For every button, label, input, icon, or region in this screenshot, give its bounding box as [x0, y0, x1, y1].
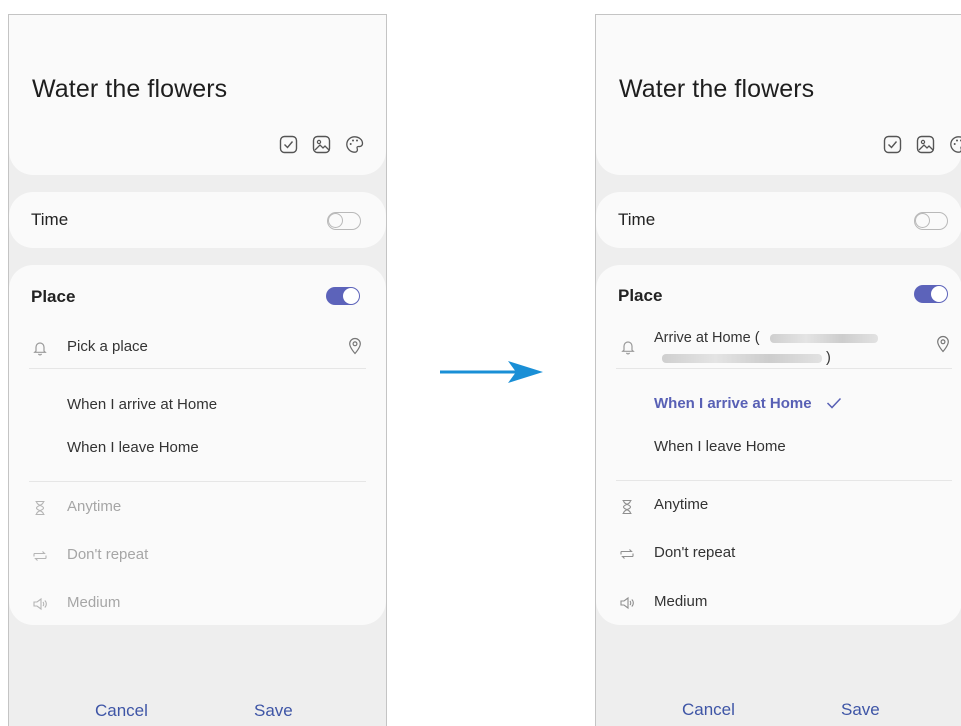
location-row-prefix: Arrive at Home (: [654, 330, 760, 346]
option-arrive-selected[interactable]: When I arrive at Home: [654, 395, 842, 414]
cancel-button[interactable]: Cancel: [95, 701, 148, 721]
toolbar: [883, 135, 961, 154]
option-arrive-label: When I arrive at Home: [654, 395, 812, 412]
palette-icon[interactable]: [345, 135, 364, 154]
checkbox-icon[interactable]: [279, 135, 298, 154]
time-toggle[interactable]: [914, 212, 948, 230]
option-leave[interactable]: When I leave Home: [67, 439, 199, 456]
divider: [616, 480, 952, 481]
title-card: Water the flowers: [9, 15, 386, 175]
redacted-address: [769, 333, 878, 343]
phone-screen-after: Water the flowers Time Place Arrive at H…: [595, 14, 961, 726]
repeat-icon: [619, 546, 635, 562]
save-button[interactable]: Save: [254, 701, 293, 721]
location-pin-icon[interactable]: [347, 337, 363, 355]
save-button[interactable]: Save: [841, 700, 880, 720]
bell-icon: [620, 339, 636, 355]
time-label: Time: [31, 210, 69, 229]
title-card: Water the flowers: [596, 15, 961, 175]
divider: [616, 368, 952, 369]
location-row[interactable]: Arrive at Home ( ): [654, 328, 878, 368]
option-leave[interactable]: When I leave Home: [654, 438, 786, 455]
palette-icon[interactable]: [949, 135, 961, 154]
checkbox-icon[interactable]: [883, 135, 902, 154]
reminder-title[interactable]: Water the flowers: [619, 75, 814, 104]
cancel-button[interactable]: Cancel: [682, 700, 735, 720]
repeat-detail[interactable]: Don't repeat: [67, 546, 148, 563]
repeat-detail[interactable]: Don't repeat: [654, 544, 735, 561]
priority-detail[interactable]: Medium: [67, 594, 120, 611]
option-arrive[interactable]: When I arrive at Home: [67, 396, 217, 413]
time-toggle[interactable]: [327, 212, 361, 230]
place-toggle[interactable]: [326, 287, 360, 305]
volume-icon: [619, 595, 635, 611]
phone-screen-before: Water the flowers Time Place Pick a plac…: [8, 14, 387, 726]
place-toggle[interactable]: [914, 285, 948, 303]
location-row-suffix: ): [826, 350, 831, 366]
repeat-icon: [32, 548, 48, 564]
toolbar: [279, 135, 364, 154]
hourglass-icon: [619, 499, 635, 515]
image-icon[interactable]: [312, 135, 331, 154]
redacted-address: [662, 353, 822, 363]
time-card[interactable]: Time: [596, 192, 961, 248]
hourglass-icon: [32, 500, 48, 516]
reminder-title[interactable]: Water the flowers: [32, 75, 227, 104]
place-label: Place: [618, 286, 663, 305]
location-row[interactable]: Pick a place: [67, 338, 148, 355]
priority-detail[interactable]: Medium: [654, 593, 707, 610]
time-label: Time: [618, 210, 656, 229]
right-arrow-icon: [440, 360, 544, 389]
divider: [29, 481, 366, 482]
time-detail[interactable]: Anytime: [654, 496, 708, 513]
divider: [29, 368, 366, 369]
time-detail[interactable]: Anytime: [67, 498, 121, 515]
location-pin-icon[interactable]: [935, 335, 951, 353]
bell-icon: [32, 340, 48, 356]
time-card[interactable]: Time: [9, 192, 386, 248]
place-label: Place: [31, 287, 76, 306]
image-icon[interactable]: [916, 135, 935, 154]
volume-icon: [32, 596, 48, 612]
check-icon: [826, 396, 842, 414]
